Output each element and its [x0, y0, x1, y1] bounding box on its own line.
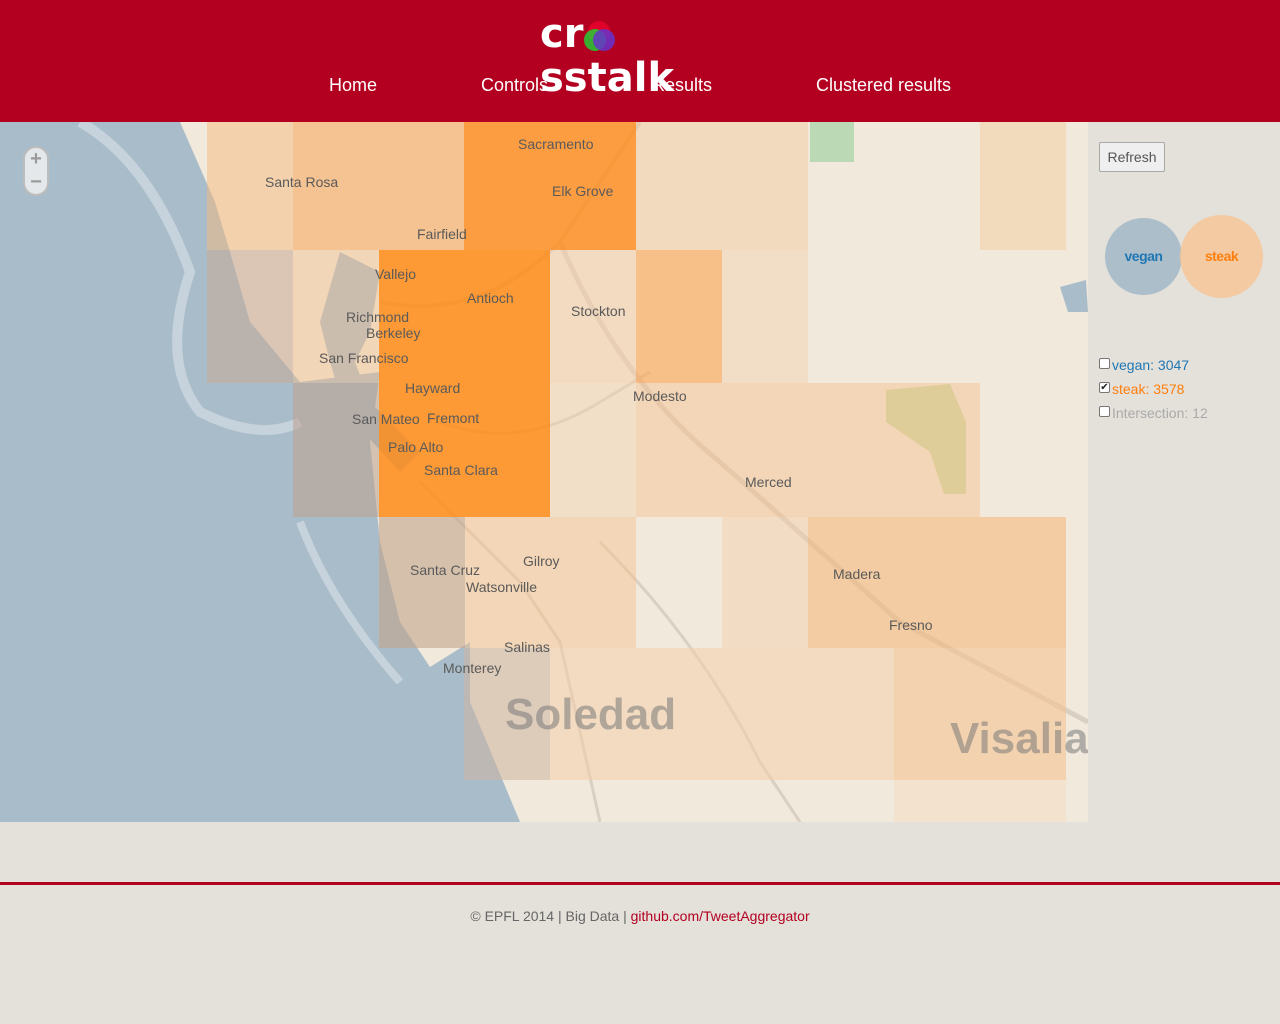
place-label-large: Soledad [505, 690, 677, 739]
site-header: cr sstalk Home Controls Results Clustered… [0, 0, 1280, 122]
zoom-out-button[interactable]: − [25, 171, 47, 194]
place-label: Fremont [427, 410, 480, 426]
place-label: Fresno [889, 617, 933, 633]
place-label: San Mateo [352, 411, 420, 427]
footer-text: © EPFL 2014 | Big Data | [470, 908, 631, 924]
steak-bubble: steak [1180, 215, 1263, 298]
crosstalk-logo[interactable]: cr sstalk [540, 11, 740, 100]
legend-intersection-label: Intersection: 12 [1112, 405, 1208, 421]
nav-results[interactable]: Results [652, 74, 712, 96]
place-label: Santa Rosa [265, 174, 339, 190]
heat-cell [808, 517, 1066, 648]
place-label: Watsonville [466, 579, 538, 595]
heat-cell [722, 383, 980, 517]
place-label-large: Visalia [950, 714, 1088, 763]
heat-cell [550, 383, 636, 517]
place-label: Elk Grove [552, 183, 614, 199]
place-label: Palo Alto [388, 439, 444, 455]
place-label: Richmond [346, 309, 410, 325]
heat-cell [894, 780, 1066, 822]
nav-controls[interactable]: Controls [481, 74, 548, 96]
place-label: Fairfield [417, 226, 467, 242]
place-label: Vallejo [375, 266, 416, 282]
vegan-bubble: vegan [1105, 218, 1182, 295]
legend-vegan-label: vegan: 3047 [1112, 357, 1190, 373]
heat-cell [722, 250, 808, 383]
legend-row-intersection: Intersection: 12 [1099, 404, 1279, 428]
main-nav: Home Controls Results Clustered results [0, 74, 1280, 98]
vegan-bubble-label: vegan [1124, 248, 1163, 264]
place-label: Berkeley [366, 325, 421, 341]
logo-circles-icon [584, 21, 616, 51]
heat-cell [980, 122, 1066, 250]
heat-cell [636, 250, 722, 383]
lake-1 [1060, 280, 1088, 312]
legend-row-steak: ✔ steak: 3578 [1099, 380, 1279, 404]
vegan-checkbox[interactable] [1099, 358, 1110, 369]
place-label: Monterey [443, 660, 502, 676]
place-label: Stockton [571, 303, 626, 319]
place-label: Antioch [467, 290, 514, 306]
legend: vegan: 3047 ✔ steak: 3578 Intersection: … [1099, 356, 1279, 428]
place-label: Santa Cruz [410, 562, 481, 578]
park-1 [810, 122, 854, 162]
place-label: Merced [745, 474, 792, 490]
footer: © EPFL 2014 | Big Data | github.com/Twee… [0, 908, 1280, 924]
legend-steak-label: steak: 3578 [1112, 381, 1185, 397]
heat-cell [636, 122, 808, 250]
steak-checkbox[interactable]: ✔ [1099, 382, 1110, 393]
nav-home[interactable]: Home [329, 74, 377, 96]
place-label: Hayward [405, 380, 461, 396]
heat-cell [207, 250, 293, 383]
place-label: Gilroy [523, 553, 560, 569]
zoom-in-button[interactable]: + [25, 148, 47, 171]
refresh-button[interactable]: Refresh [1099, 142, 1165, 172]
intersection-checkbox[interactable] [1099, 406, 1110, 417]
place-label: Madera [833, 566, 881, 582]
map-view[interactable]: Sacramento Santa Rosa Elk Grove Fairfiel… [0, 122, 1088, 822]
logo-text-left: cr [540, 11, 584, 57]
place-label: Salinas [504, 639, 550, 655]
heat-cell [293, 383, 379, 517]
github-link[interactable]: github.com/TweetAggregator [631, 908, 810, 924]
place-label: Sacramento [518, 136, 594, 152]
place-label: San Francisco [319, 350, 409, 366]
heat-cell [722, 517, 808, 648]
place-label: Santa Clara [424, 462, 498, 478]
place-label: Modesto [633, 388, 687, 404]
zoom-control: + − [23, 146, 49, 196]
nav-clustered-results[interactable]: Clustered results [816, 74, 951, 96]
steak-bubble-label: steak [1204, 248, 1239, 264]
footer-divider [0, 882, 1280, 885]
heat-cell [379, 517, 465, 648]
legend-row-vegan: vegan: 3047 [1099, 356, 1279, 380]
